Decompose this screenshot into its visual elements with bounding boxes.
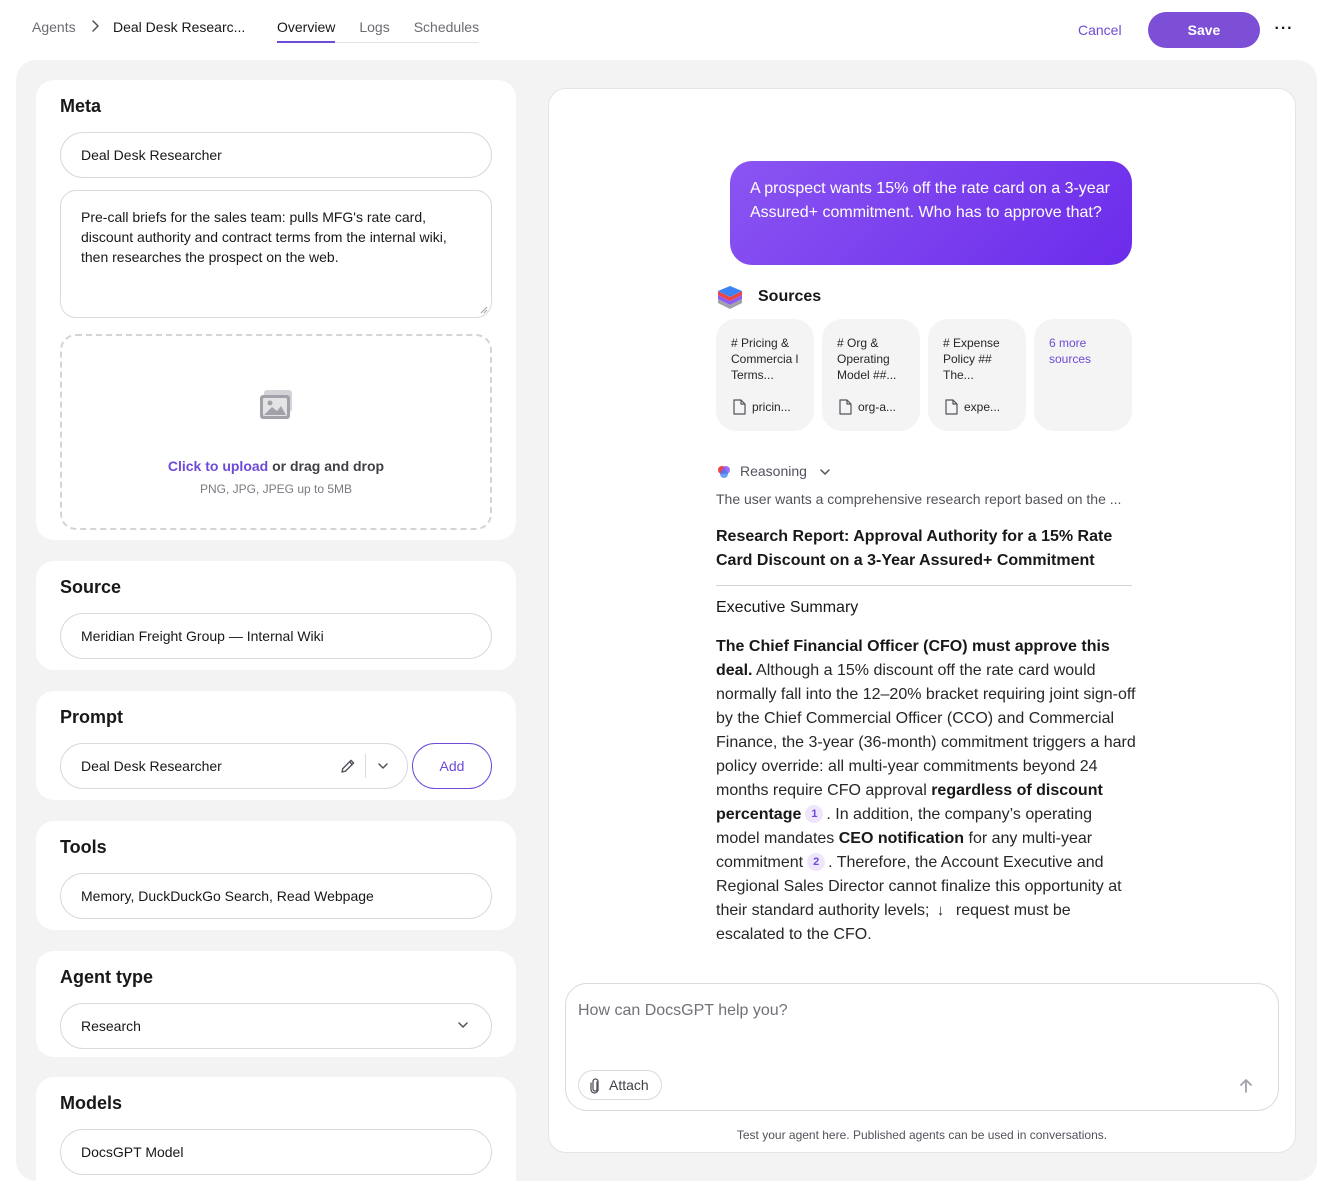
attach-button[interactable]: Attach — [578, 1070, 662, 1100]
tab-bar: Overview Logs Schedules — [277, 18, 480, 43]
agent-editor: Meta Deal Desk Researcher Pre-call brief… — [16, 60, 1317, 1181]
top-bar: Agents Deal Desk Researc... Overview Log… — [0, 0, 1333, 60]
arrow-down-icon[interactable]: ↓ — [929, 899, 951, 923]
divider — [365, 754, 366, 778]
models-select[interactable]: DocsGPT Model — [60, 1129, 492, 1175]
source-title: Source — [60, 577, 122, 597]
agent-name-input[interactable]: Deal Desk Researcher — [60, 132, 492, 178]
report-title: Research Report: Approval Authority for … — [716, 525, 1132, 586]
body-text: Although a 15% discount off the rate car… — [716, 662, 1136, 799]
source-file-name: expe... — [964, 400, 1001, 414]
preview-footer-note: Test your agent here. Published agents c… — [736, 1128, 1108, 1142]
tools-title: Tools — [60, 837, 107, 857]
more-icon[interactable]: ··· — [1273, 17, 1295, 41]
meta-title: Meta — [60, 96, 102, 116]
bold-text: CEO notification — [838, 830, 965, 847]
source-snippet: # Pricing & Commercia l Terms... — [731, 336, 799, 382]
reasoning-label: Reasoning — [740, 463, 807, 479]
cancel-button[interactable]: Cancel — [1078, 20, 1122, 40]
upload-instructions: Click to upload or drag and drop — [62, 458, 490, 474]
citation-badge[interactable]: 1 — [805, 805, 824, 823]
send-button[interactable] — [1234, 1074, 1258, 1098]
tools-card: Tools Memory, DuckDuckGo Search, Read We… — [36, 821, 516, 930]
source-card-expense[interactable]: # Expense Policy ## The... expe... — [928, 319, 1026, 431]
prompt-title: Prompt — [60, 707, 123, 727]
resize-grip-icon[interactable] — [480, 306, 488, 314]
source-card: Source Meridian Freight Group — Internal… — [36, 561, 516, 670]
chat-composer[interactable]: How can DocsGPT help you? Attach — [565, 983, 1279, 1111]
source-select[interactable]: Meridian Freight Group — Internal Wiki — [60, 613, 492, 659]
source-file-name: pricin... — [752, 400, 791, 414]
source-snippet: # Org & Operating Model ##... — [837, 336, 897, 382]
executive-summary-heading: Executive Summary — [716, 599, 859, 616]
meta-card: Meta Deal Desk Researcher Pre-call brief… — [36, 80, 516, 540]
breadcrumb-agents[interactable]: Agents — [32, 18, 76, 36]
prompt-select[interactable]: Deal Desk Researcher — [60, 743, 408, 789]
reasoning-preview: The user wants a comprehensive research … — [716, 491, 1122, 507]
agent-type-value: Research — [81, 1018, 141, 1034]
tab-schedules[interactable]: Schedules — [414, 18, 479, 42]
source-card-pricing[interactable]: # Pricing & Commercia l Terms... pricin.… — [716, 319, 814, 431]
agent-preview-panel: A prospect wants 15% off the rate card o… — [548, 88, 1296, 1153]
tools-select[interactable]: Memory, DuckDuckGo Search, Read Webpage — [60, 873, 492, 919]
models-card: Models DocsGPT Model — [36, 1077, 516, 1181]
image-icon — [260, 390, 292, 419]
tab-logs[interactable]: Logs — [359, 18, 389, 42]
user-message-bubble: A prospect wants 15% off the rate card o… — [730, 161, 1132, 265]
click-to-upload-link[interactable]: Click to upload — [168, 458, 268, 474]
file-icon — [945, 399, 958, 415]
upload-hint: PNG, JPG, JPEG up to 5MB — [199, 482, 353, 496]
source-file-name: org-a... — [858, 400, 897, 414]
source-card-org[interactable]: # Org & Operating Model ##... org-a... — [822, 319, 920, 431]
executive-summary-paragraph: The Chief Financial Officer (CFO) must a… — [716, 635, 1136, 947]
chat-input[interactable]: How can DocsGPT help you? — [578, 1002, 788, 1020]
more-sources-link[interactable]: 6 more sources — [1049, 335, 1119, 367]
agent-type-card: Agent type Research — [36, 951, 516, 1057]
save-button[interactable]: Save — [1148, 12, 1260, 48]
models-title: Models — [60, 1093, 123, 1113]
description-text: Pre-call briefs for the sales team: pull… — [81, 209, 447, 265]
attach-label: Attach — [609, 1077, 649, 1093]
sources-title: Sources — [758, 288, 822, 305]
chevron-down-icon[interactable] — [377, 760, 389, 772]
image-upload-dropzone[interactable]: Click to upload or drag and drop PNG, JP… — [60, 334, 492, 530]
arrow-up-icon — [1240, 1079, 1252, 1093]
tab-overview[interactable]: Overview — [277, 18, 336, 43]
agent-type-select[interactable]: Research — [60, 1003, 492, 1049]
chevron-down-icon — [458, 1022, 468, 1028]
agent-type-title: Agent type — [60, 967, 154, 987]
add-prompt-button[interactable]: Add — [412, 743, 492, 789]
agent-description-input[interactable]: Pre-call briefs for the sales team: pull… — [60, 190, 492, 318]
paperclip-icon — [590, 1078, 599, 1094]
drag-drop-text: or drag and drop — [268, 458, 385, 474]
file-icon — [733, 399, 746, 415]
prompt-card: Prompt Deal Desk Researcher Add — [36, 691, 516, 800]
file-icon — [839, 399, 852, 415]
breadcrumb-current: Deal Desk Researc... — [113, 19, 246, 35]
reasoning-icon — [718, 466, 730, 478]
citation-badge[interactable]: 2 — [807, 853, 826, 871]
source-snippet: # Expense Policy ## The... — [943, 336, 1000, 382]
chevron-right-icon — [90, 19, 100, 38]
pencil-icon[interactable] — [339, 757, 357, 775]
prompt-select-value: Deal Desk Researcher — [81, 758, 222, 774]
more-sources-card[interactable]: 6 more sources — [1034, 319, 1132, 431]
chevron-down-icon — [820, 469, 830, 475]
layers-icon — [718, 286, 742, 309]
